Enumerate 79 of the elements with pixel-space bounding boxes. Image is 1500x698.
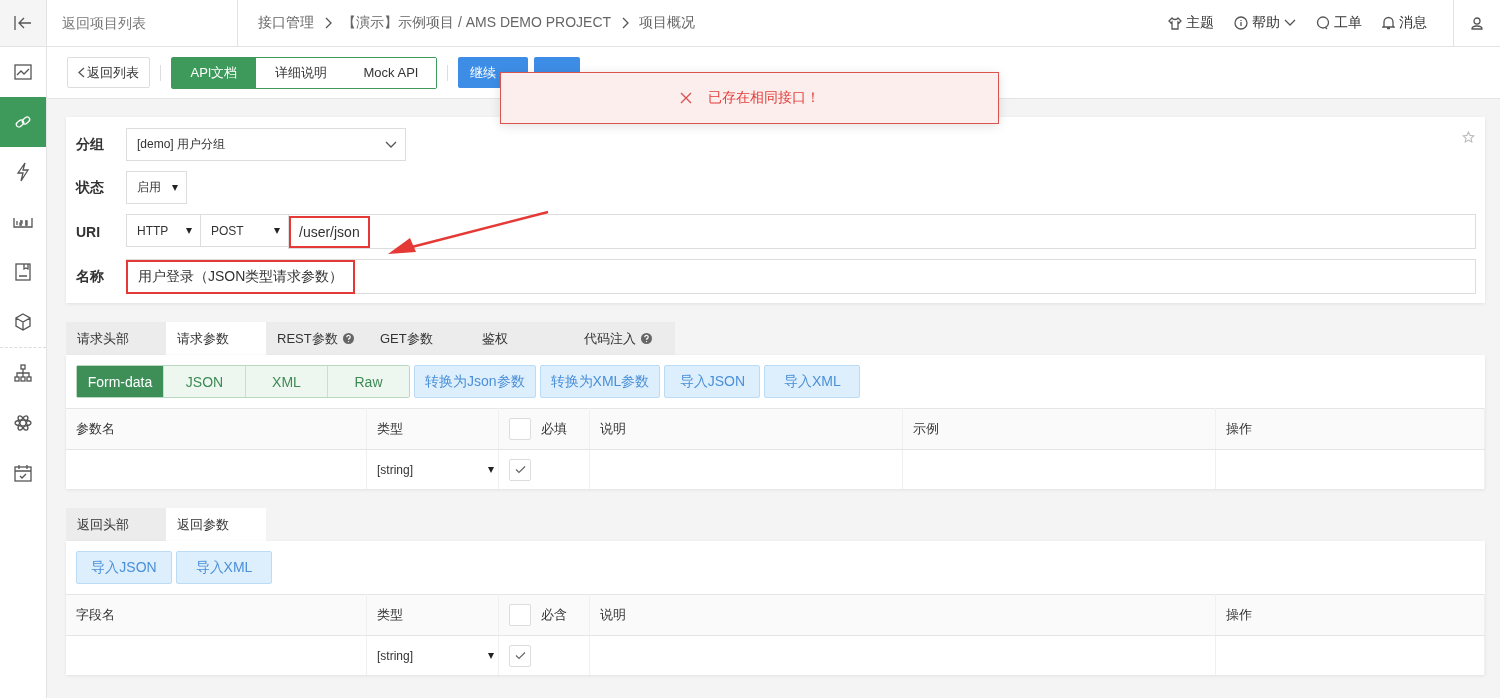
- chevron-icon: [78, 67, 85, 78]
- calendar-icon: [14, 464, 32, 482]
- column-header: 操作: [1215, 594, 1485, 636]
- field-label: URI: [76, 223, 102, 240]
- collapse-button[interactable]: [0, 0, 46, 47]
- breadcrumb-link[interactable]: 接口管理: [258, 14, 314, 32]
- column-header: 说明: [589, 408, 903, 450]
- toast-message: 已存在相同接口！: [707, 89, 820, 107]
- section-tab[interactable]: 请求参数: [166, 322, 266, 355]
- column-header: 参数名: [66, 408, 367, 450]
- check-icon: [514, 651, 526, 660]
- column-header: 必含: [541, 607, 567, 622]
- collapse-icon: [14, 15, 32, 31]
- checkbox[interactable]: [509, 604, 531, 626]
- column-header: 操作: [1215, 408, 1485, 450]
- top-menu-link[interactable]: 消息: [1382, 14, 1427, 32]
- column-header: 类型: [366, 408, 499, 450]
- section-tab[interactable]: 返回参数: [166, 508, 266, 541]
- caret-icon: [186, 227, 192, 234]
- counter-icon: [13, 215, 33, 229]
- checkbox[interactable]: [509, 458, 531, 481]
- format-tab[interactable]: JSON: [163, 366, 245, 397]
- column-header: 必填: [541, 421, 567, 436]
- method-select[interactable]: POST: [200, 214, 288, 247]
- sitemap-icon: [14, 364, 32, 382]
- chart-icon: [14, 64, 32, 80]
- info-icon: [1234, 16, 1248, 30]
- section-tab[interactable]: 鉴权: [471, 322, 573, 355]
- document-icon: [15, 263, 31, 281]
- format-tab[interactable]: XML: [245, 366, 327, 397]
- cube-icon: [14, 313, 32, 331]
- breadcrumb-link[interactable]: 【演示】示例项目 / AMS DEMO PROJECT: [342, 14, 612, 32]
- caret-icon: [172, 184, 178, 191]
- type-select[interactable]: [string]: [377, 648, 494, 663]
- section-tab[interactable]: REST参数: [266, 322, 369, 355]
- column-header: 类型: [366, 594, 499, 636]
- bell-icon: [1382, 16, 1395, 30]
- section-tab[interactable]: 返回头部: [66, 508, 166, 541]
- section-tab[interactable]: 代码注入: [573, 322, 675, 355]
- atom-icon: [14, 414, 32, 432]
- view-tab[interactable]: API文档: [172, 57, 256, 88]
- caret-icon: [274, 227, 280, 234]
- type-select[interactable]: [string]: [377, 462, 494, 477]
- checkbox[interactable]: [509, 644, 531, 667]
- chat-icon: [1316, 16, 1330, 30]
- format-tab[interactable]: Raw: [327, 366, 409, 397]
- checkbox[interactable]: [509, 418, 531, 440]
- field-label: 状态: [76, 178, 105, 197]
- column-header: 说明: [589, 594, 1216, 636]
- group-select[interactable]: [demo] 用户分组: [126, 128, 406, 161]
- caret-icon: [488, 466, 494, 473]
- status-select[interactable]: 启用: [126, 171, 187, 204]
- section-tab[interactable]: GET参数: [369, 322, 471, 355]
- user-icon: [1471, 16, 1483, 30]
- field-label: 名称: [76, 267, 105, 286]
- back-button[interactable]: 返回列表: [67, 57, 150, 88]
- check-icon: [514, 465, 526, 474]
- back-to-projects-link[interactable]: 返回项目列表: [47, 0, 238, 46]
- name-field[interactable]: 用户登录（JSON类型请求参数）: [126, 259, 1476, 294]
- caret-icon: [488, 652, 494, 659]
- top-menu-link[interactable]: 帮助: [1234, 14, 1296, 32]
- uri-field[interactable]: /user/json: [288, 214, 1476, 249]
- star-icon[interactable]: [1462, 131, 1475, 144]
- link-icon: [14, 113, 32, 131]
- chevron-icon: [621, 17, 630, 29]
- column-header: 示例: [902, 408, 1216, 450]
- format-tab[interactable]: Form-data: [77, 366, 163, 397]
- breadcrumb-link[interactable]: 项目概况: [639, 14, 696, 32]
- protocol-select[interactable]: HTTP: [126, 214, 200, 247]
- shirt-icon: [1168, 16, 1182, 30]
- field-label: 分组: [76, 135, 105, 154]
- caret-icon: [385, 140, 397, 149]
- top-menu-link[interactable]: 工单: [1316, 14, 1362, 32]
- section-tab[interactable]: 请求头部: [66, 322, 166, 355]
- top-menu-link[interactable]: 主题: [1168, 14, 1214, 32]
- close-icon[interactable]: [679, 92, 692, 104]
- chevron-icon: [324, 17, 332, 29]
- bolt-icon: [16, 162, 30, 182]
- column-header: 字段名: [66, 594, 367, 636]
